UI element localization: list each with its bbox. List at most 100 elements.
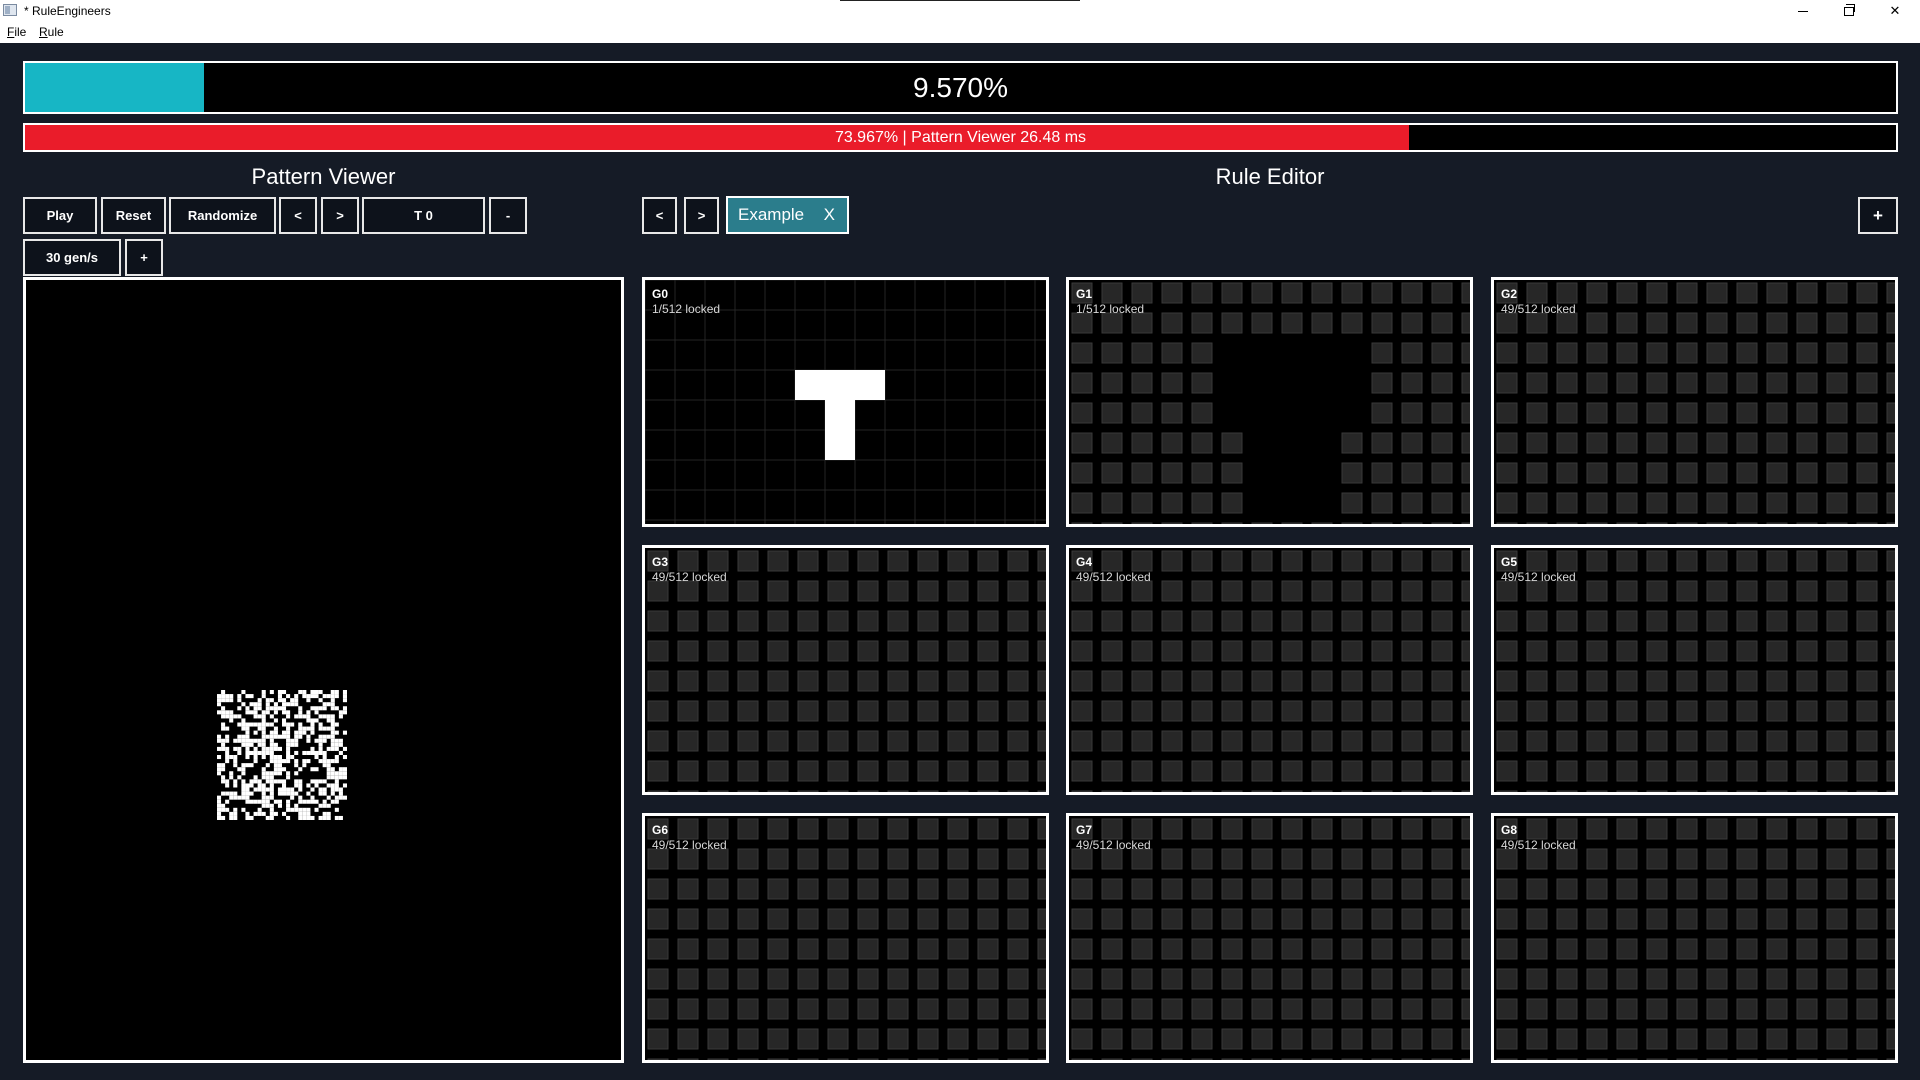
locked-cell [917,818,939,840]
locked-cell [1371,610,1393,632]
locked-cell [1616,908,1638,930]
locked-cell [1496,522,1518,524]
pattern-cell [253,755,258,760]
locked-cell [677,670,699,692]
generation-cell-grid[interactable] [1069,548,1470,792]
restore-button[interactable] [1826,0,1872,22]
locked-cell [1856,492,1878,514]
locked-cell [1311,550,1333,572]
generation-panel-g1[interactable]: G1 1/512 locked [1066,277,1473,527]
locked-cell [1251,1058,1273,1060]
rule-previous-button[interactable]: < [642,197,677,234]
pattern-cell [229,710,234,715]
locked-cell [1676,998,1698,1020]
reset-button[interactable]: Reset [101,197,166,234]
pattern-cell [245,734,250,739]
generation-panel-g8[interactable]: G8 49/512 locked [1491,813,1898,1063]
generation-panel-g2[interactable]: G2 49/512 locked [1491,277,1898,527]
generation-cell-grid[interactable] [645,816,1046,1060]
generation-panel-g4[interactable]: G4 49/512 locked [1066,545,1473,795]
pattern-cell [286,755,291,760]
generation-cell-grid[interactable] [1494,280,1895,524]
pattern-cell [217,755,222,760]
locked-cell [1401,432,1423,454]
locked-cell [1341,282,1363,304]
pattern-viewer-canvas[interactable] [23,277,624,1063]
locked-cell [1371,342,1393,364]
time-step-field[interactable]: T 0 [362,197,485,234]
pattern-cell [326,734,331,739]
rule-tab-example[interactable]: Example X [726,196,849,234]
add-rule-button[interactable]: + [1858,197,1898,234]
generation-cell-grid[interactable] [1494,816,1895,1060]
speed-increase-button[interactable]: + [125,239,163,276]
play-button[interactable]: Play [23,197,97,234]
locked-cell [857,760,879,782]
locked-cell [1556,1058,1578,1060]
generation-cell-grid[interactable] [1069,816,1470,1060]
locked-cell [1431,282,1453,304]
locked-cell [737,1058,759,1060]
locked-cell [1401,610,1423,632]
locked-cell [1281,998,1303,1020]
locked-cell [1461,700,1470,722]
pattern-cell [322,791,327,796]
locked-cell [1616,550,1638,572]
pattern-cell [298,734,303,739]
pattern-cell [257,787,262,792]
locked-cell [1616,522,1638,524]
locked-cell [1431,968,1453,990]
speed-decrease-button[interactable]: - [489,197,527,234]
locked-cell [917,730,939,752]
randomize-button[interactable]: Randomize [169,197,276,234]
pattern-cell [217,815,222,820]
locked-cell [1586,1058,1608,1060]
locked-cell [1796,432,1818,454]
generation-cell-grid[interactable] [1494,548,1895,792]
pattern-cell [334,730,339,735]
rule-next-button[interactable]: > [684,197,719,234]
generation-panel-g7[interactable]: G7 49/512 locked [1066,813,1473,1063]
locked-cell [707,550,729,572]
generation-panel-g5[interactable]: G5 49/512 locked [1491,545,1898,795]
rule-tab-close-button[interactable]: X [824,205,835,225]
pattern-cell [261,795,266,800]
pattern-cell [318,738,323,743]
pattern-cell [261,722,266,727]
locked-cell [1856,730,1878,752]
locked-cell [1706,462,1728,484]
pattern-cell [261,746,266,751]
pattern-cell [322,706,327,711]
minimize-button[interactable] [1780,0,1826,22]
locked-cell [1676,968,1698,990]
locked-cell [1461,790,1470,792]
generation-cell-grid[interactable] [1069,280,1470,524]
pattern-cell [241,763,246,768]
generation-panel-g0[interactable]: G0 1/512 locked [642,277,1049,527]
locked-cell [1616,372,1638,394]
pattern-cell [294,803,299,808]
locked-cell [1037,700,1046,722]
speed-field[interactable]: 30 gen/s [23,239,121,276]
locked-cell [1461,640,1470,662]
pattern-cell [221,779,226,784]
menu-rule[interactable]: Rule [39,25,64,39]
next-generation-button[interactable]: > [321,197,359,234]
locked-cell [1461,610,1470,632]
pattern-cell [273,759,278,764]
pattern-cell [286,738,291,743]
close-button[interactable]: ✕ [1872,0,1918,22]
generation-cell-grid[interactable] [645,280,1046,524]
locked-cell [1706,790,1728,792]
pattern-cell [245,755,250,760]
locked-cell [1371,402,1393,424]
locked-cell [857,550,879,572]
previous-generation-button[interactable]: < [279,197,317,234]
generation-panel-g3[interactable]: G3 49/512 locked [642,545,1049,795]
menu-file[interactable]: File [7,25,26,39]
locked-cell [1311,610,1333,632]
generation-panel-g6[interactable]: G6 49/512 locked [642,813,1049,1063]
locked-cell [1101,1028,1123,1050]
generation-cell-grid[interactable] [645,548,1046,792]
locked-cell [1496,700,1518,722]
